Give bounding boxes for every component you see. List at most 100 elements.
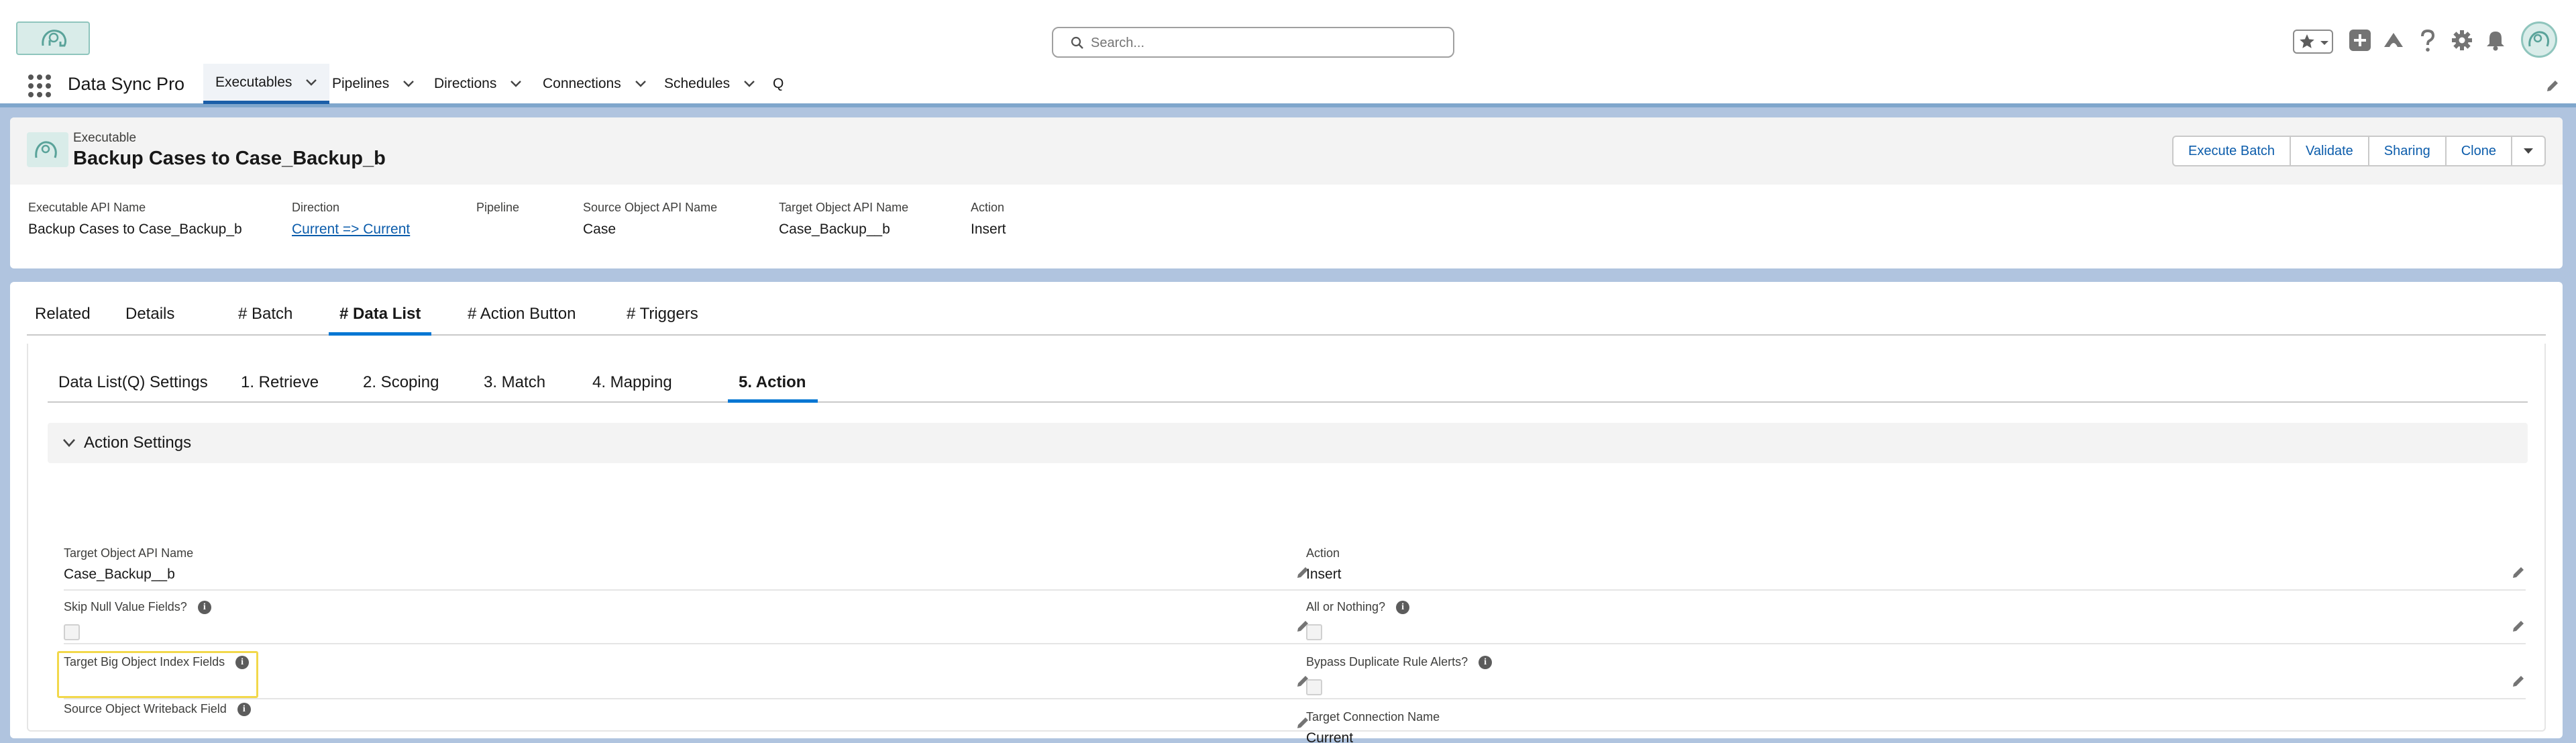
nav-item-schedules[interactable]: Schedules [664, 64, 755, 104]
setup-gear-icon[interactable] [2451, 30, 2473, 51]
info-icon[interactable]: i [1396, 601, 1410, 615]
field-label-row: All or Nothing? i [1306, 600, 1410, 615]
field-label: Target Object API Name [64, 546, 194, 560]
field-label: Action [971, 201, 1005, 214]
nav-item-pipelines[interactable]: Pipelines [332, 64, 415, 104]
record-object-label: Executable [73, 131, 137, 145]
section-title: Action Settings [84, 434, 192, 452]
chevron-down-icon[interactable] [743, 80, 755, 88]
field-value: Current [1306, 730, 1354, 743]
tab-batch[interactable]: # Batch [238, 301, 292, 336]
record-header: Executable Backup Cases to Case_Backup_b… [10, 117, 2563, 268]
field-value: Case [583, 221, 616, 237]
bypass-duplicate-rule-checkbox[interactable] [1306, 679, 1322, 695]
chevron-down-icon [2524, 148, 2533, 154]
field-action: Action Insert [1306, 546, 2526, 591]
field-label-row: Bypass Duplicate Rule Alerts? i [1306, 655, 1493, 670]
tab-triggers[interactable]: # Triggers [627, 301, 698, 336]
field-label: Source Object API Name [583, 201, 718, 214]
chevron-down-icon[interactable] [305, 79, 317, 87]
field-value: Insert [1306, 566, 1342, 582]
more-actions-button[interactable] [2511, 136, 2546, 166]
field-label: Target Connection Name [1306, 710, 1440, 724]
skip-null-value-checkbox[interactable] [64, 624, 80, 640]
field-label: Bypass Duplicate Rule Alerts? [1306, 655, 1468, 668]
nav-item-connections[interactable]: Connections [543, 64, 647, 104]
highlight-direction: Direction Current => Current [292, 201, 410, 238]
notification-bell-icon[interactable] [2485, 30, 2506, 51]
field-label: Target Big Object Index Fields [64, 655, 225, 668]
all-or-nothing-checkbox[interactable] [1306, 624, 1322, 640]
field-all-or-nothing: All or Nothing? i [1306, 600, 2526, 644]
app-launcher-icon[interactable] [28, 75, 51, 97]
field-target-connection-name: Target Connection Name Current [1306, 710, 2526, 743]
chevron-down-icon[interactable] [510, 80, 522, 88]
sub-tab-mapping[interactable]: 4. Mapping [592, 364, 672, 403]
info-icon[interactable]: i [1479, 656, 1493, 670]
search-input[interactable] [1091, 34, 1440, 52]
field-label-row: Skip Null Value Fields? i [64, 600, 211, 615]
chevron-down-icon[interactable] [635, 80, 647, 88]
add-icon [2354, 34, 2366, 46]
global-actions-button[interactable] [2349, 30, 2371, 51]
record-action-buttons: Execute Batch Validate Sharing Clone [2172, 136, 2546, 166]
field-label: Direction [292, 201, 340, 214]
edit-nav-pencil-icon[interactable] [2545, 79, 2560, 93]
nav-item-q[interactable]: Q [773, 64, 784, 104]
nav-item-label: Q [773, 76, 784, 91]
action-settings-section-header[interactable]: Action Settings [48, 423, 2528, 463]
nav-item-label: Directions [434, 76, 497, 91]
edit-pencil-icon[interactable] [2511, 565, 2526, 580]
chevron-down-icon [63, 439, 75, 447]
star-icon [2300, 34, 2314, 48]
field-skip-null-value-fields: Skip Null Value Fields? i [64, 600, 1310, 644]
edit-pencil-icon[interactable] [2511, 674, 2526, 689]
info-icon[interactable]: i [237, 703, 251, 717]
field-label: Source Object Writeback Field [64, 702, 227, 715]
sub-tab-data-list-settings[interactable]: Data List(Q) Settings [58, 364, 208, 403]
chevron-down-icon[interactable] [402, 80, 415, 88]
nav-item-executables[interactable]: Executables [203, 64, 330, 104]
execute-batch-button[interactable]: Execute Batch [2172, 136, 2291, 166]
tab-details[interactable]: Details [125, 301, 174, 336]
direction-link[interactable]: Current => Current [292, 221, 410, 238]
record-header-top: Executable Backup Cases to Case_Backup_b… [10, 117, 2563, 185]
edit-pencil-icon[interactable] [2511, 619, 2526, 634]
field-value: Backup Cases to Case_Backup_b [28, 221, 242, 237]
highlight-target-object: Target Object API Name Case_Backup__b [779, 201, 908, 238]
validate-button[interactable]: Validate [2290, 136, 2369, 166]
elephant-logo-icon [42, 30, 66, 47]
trailhead-icon[interactable] [2382, 30, 2405, 51]
field-bypass-duplicate-rule-alerts: Bypass Duplicate Rule Alerts? i [1306, 655, 2526, 699]
nav-item-label: Pipelines [332, 76, 390, 91]
sub-tab-retrieve[interactable]: 1. Retrieve [241, 364, 319, 403]
field-value: Insert [971, 221, 1006, 237]
sharing-button[interactable]: Sharing [2367, 136, 2447, 166]
tab-data-list[interactable]: # Data List [329, 301, 432, 336]
avatar-image-icon [2528, 31, 2550, 47]
record-tabs-card: Related Details # Batch # Data List # Ac… [10, 282, 2563, 743]
help-icon[interactable] [2419, 30, 2436, 52]
global-search[interactable] [1052, 27, 1454, 58]
tab-action-button[interactable]: # Action Button [468, 301, 576, 336]
favorites-button[interactable] [2293, 30, 2333, 54]
sub-tab-action[interactable]: 5. Action [728, 364, 818, 403]
nav-item-label: Connections [543, 76, 621, 91]
highlight-executable-api-name: Executable API Name Backup Cases to Case… [28, 201, 242, 238]
user-avatar[interactable] [2521, 21, 2557, 58]
tab-related[interactable]: Related [35, 301, 91, 336]
chevron-down-icon [2320, 41, 2328, 45]
nav-item-label: Schedules [664, 76, 731, 91]
info-icon[interactable]: i [197, 601, 211, 615]
highlight-pipeline: Pipeline [476, 201, 519, 221]
app-name: Data Sync Pro [68, 74, 185, 94]
record-tab-bar: Related Details # Batch # Data List # Ac… [27, 301, 2546, 336]
field-label: Action [1306, 546, 1340, 560]
info-icon[interactable]: i [235, 656, 250, 670]
nav-item-directions[interactable]: Directions [434, 64, 522, 104]
sub-tab-scoping[interactable]: 2. Scoping [363, 364, 439, 403]
clone-button[interactable]: Clone [2445, 136, 2512, 166]
app-logo[interactable] [16, 21, 90, 55]
global-header [0, 0, 2576, 64]
sub-tab-match[interactable]: 3. Match [484, 364, 545, 403]
